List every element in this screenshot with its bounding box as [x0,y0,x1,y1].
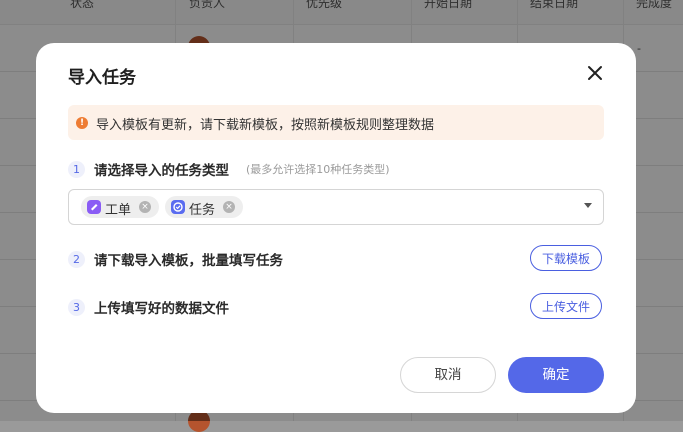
tag-label: 工单 [105,203,132,218]
confirm-button[interactable]: 确定 [508,357,604,393]
remove-tag-icon[interactable]: × [223,201,235,213]
import-task-dialog: 导入任务 ! 导入模板有更新，请下载新模板，按照新模板规则整理数据 1 请选择导… [36,43,636,413]
notice-text: 导入模板有更新，请下载新模板，按照新模板规则整理数据 [96,118,435,133]
step-hint: (最多允许选择10种任务类型) [246,163,390,176]
dialog-title: 导入任务 [68,68,136,88]
chevron-down-icon[interactable] [584,203,592,208]
cancel-button[interactable]: 取消 [400,357,496,393]
task-type-select[interactable]: 工单 × 任务 × [68,189,604,225]
tag-label: 任务 [189,203,216,218]
close-icon [588,66,602,80]
ticket-icon [87,200,101,214]
step-number: 1 [68,161,85,178]
selected-tag-task: 任务 × [165,196,243,218]
upload-file-button[interactable]: 上传文件 [530,293,602,319]
update-notice-banner: ! 导入模板有更新，请下载新模板，按照新模板规则整理数据 [68,105,604,140]
remove-tag-icon[interactable]: × [139,201,151,213]
close-button[interactable] [584,62,606,84]
selected-tag-ticket: 工单 × [81,196,159,218]
download-template-button[interactable]: 下载模板 [530,245,602,271]
step-number: 3 [68,299,85,316]
task-check-icon [171,200,185,214]
step-label: 上传填写好的数据文件 [94,301,229,317]
step-label: 请选择导入的任务类型 [94,163,229,179]
warning-icon: ! [76,117,88,129]
step-label: 请下载导入模板，批量填写任务 [94,253,283,269]
step-number: 2 [68,251,85,268]
